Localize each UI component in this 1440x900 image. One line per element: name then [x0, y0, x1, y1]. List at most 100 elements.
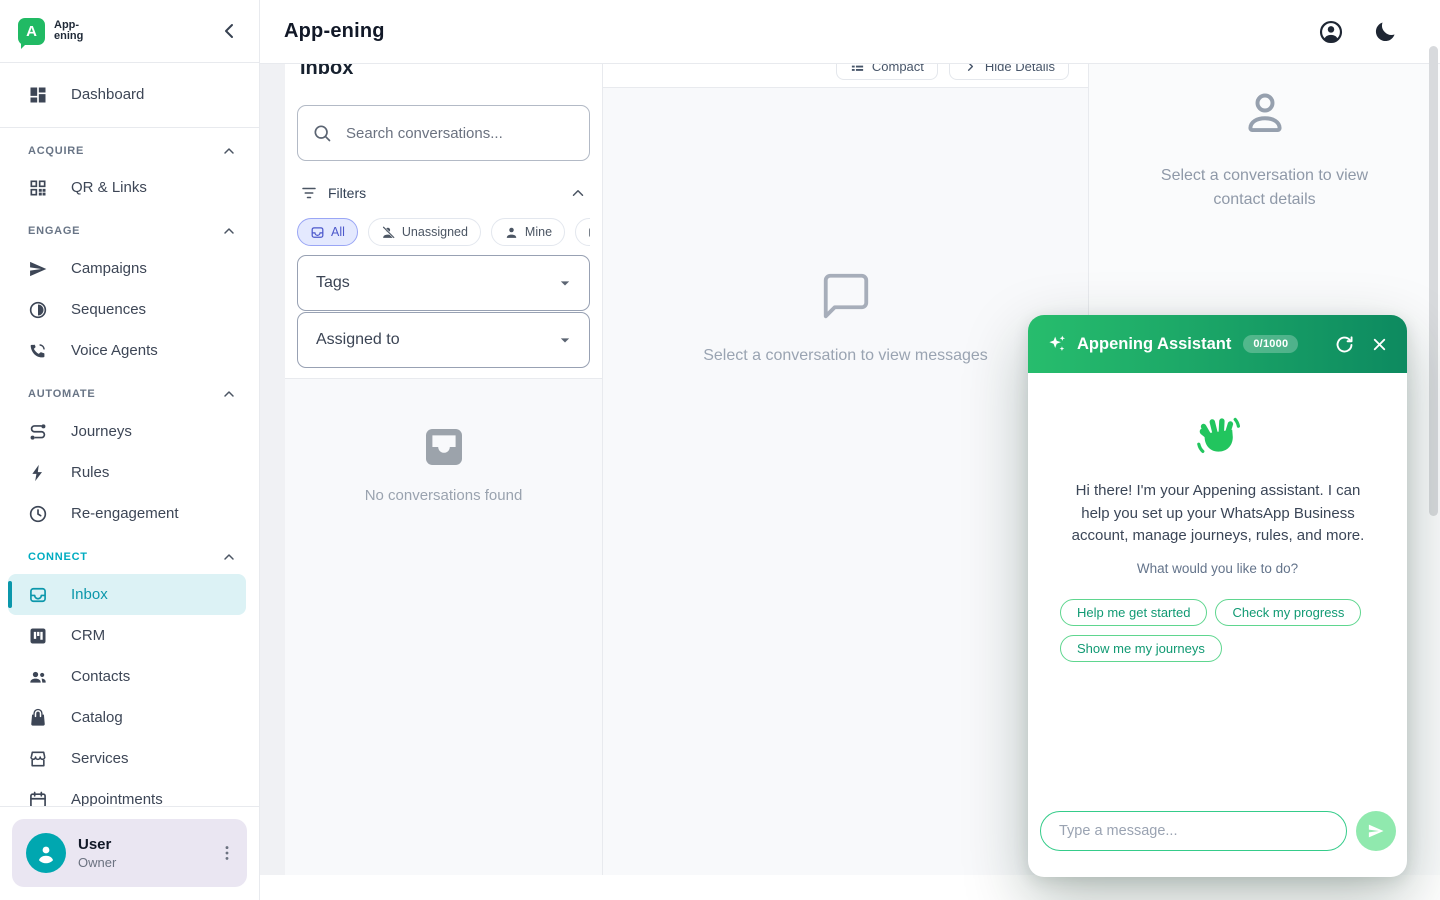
details-empty-line1: Select a conversation to view	[1161, 164, 1368, 188]
section-label: AUTOMATE	[28, 388, 95, 400]
tags-select[interactable]: Tags	[297, 255, 590, 311]
sidebar-item-label: Contacts	[71, 668, 130, 685]
sidebar-item-journeys[interactable]: Journeys	[0, 411, 259, 452]
person-icon	[504, 225, 519, 240]
suggestion-check-progress[interactable]: Check my progress	[1215, 599, 1361, 626]
chat-panel: Compact Hide Details Select a conversati…	[603, 48, 1088, 875]
sidebar-item-label: Inbox	[71, 586, 108, 603]
sidebar-item-dashboard[interactable]: Dashboard	[0, 72, 259, 117]
sidebar-item-contacts[interactable]: Contacts	[0, 656, 259, 697]
close-icon[interactable]	[1370, 335, 1389, 354]
sidebar-item-campaigns[interactable]: Campaigns	[0, 248, 259, 289]
section-automate[interactable]: AUTOMATE	[0, 382, 259, 406]
conversation-filter-chips: All Unassigned Mine Unread	[297, 218, 590, 246]
dashboard-icon	[28, 85, 48, 105]
chip-mine[interactable]: Mine	[491, 218, 565, 246]
inbox-filter-section: Inbox Filters All Unassigned	[285, 48, 602, 379]
section-engage[interactable]: ENGAGE	[0, 219, 259, 243]
sidebar-item-inbox[interactable]: Inbox	[8, 574, 246, 615]
user-role: Owner	[78, 855, 116, 870]
sidebar-item-services[interactable]: Services	[0, 738, 259, 779]
assistant-widget: Appening Assistant 0/1000	[1028, 315, 1407, 877]
kebab-menu-icon[interactable]	[217, 843, 237, 863]
details-empty-text: Select a conversation to view contact de…	[1161, 164, 1368, 212]
person-off-icon	[381, 225, 396, 240]
page-title: App-ening	[284, 20, 385, 43]
user-card[interactable]: User Owner	[12, 819, 247, 887]
sidebar-item-qr-links[interactable]: QR & Links	[0, 167, 259, 208]
assistant-header: Appening Assistant 0/1000	[1028, 315, 1407, 373]
qr-code-icon	[28, 178, 48, 198]
send-icon	[28, 259, 48, 279]
chip-unread[interactable]: Unread	[575, 218, 590, 246]
calendar-icon	[28, 790, 48, 807]
refresh-icon[interactable]	[1335, 335, 1354, 354]
sidebar-item-label: Re-engagement	[71, 505, 179, 522]
sidebar-item-re-engagement[interactable]: Re-engagement	[0, 493, 259, 534]
assistant-prompt: What would you like to do?	[1060, 561, 1375, 576]
sidebar-footer: User Owner	[0, 806, 259, 900]
sidebar-item-rules[interactable]: Rules	[0, 452, 259, 493]
chip-unassigned-label: Unassigned	[402, 225, 468, 239]
chevron-up-icon[interactable]	[569, 184, 587, 202]
sidebar-item-label: Dashboard	[71, 86, 144, 103]
assigned-to-select[interactable]: Assigned to	[297, 312, 590, 368]
chat-empty-text: Select a conversation to view messages	[703, 347, 988, 365]
sidebar-nav: Dashboard ACQUIRE QR & Links ENGAGE	[0, 64, 259, 806]
user-name: User	[78, 836, 116, 853]
account-circle-icon[interactable]	[1318, 19, 1344, 45]
sidebar-item-catalog[interactable]: Catalog	[0, 697, 259, 738]
conversation-list-empty-state: No conversations found	[285, 379, 602, 504]
section-label: CONNECT	[28, 551, 88, 563]
shopping-bag-icon	[28, 708, 48, 728]
tags-select-label: Tags	[316, 274, 350, 292]
clock-icon	[28, 504, 48, 524]
sidebar-item-crm[interactable]: CRM	[0, 615, 259, 656]
filters-header[interactable]: Filters	[297, 181, 590, 205]
inbox-filled-icon	[420, 423, 468, 471]
sidebar-item-label: Journeys	[71, 423, 132, 440]
sidebar-divider	[0, 127, 259, 128]
sidebar-item-appointments[interactable]: Appointments	[0, 779, 259, 806]
filter-lines-icon	[300, 184, 318, 202]
sidebar-collapse-icon[interactable]	[217, 19, 241, 43]
brand-name: App- ening	[54, 20, 83, 42]
app-window: Inbox Filters All Unassigned	[0, 0, 1440, 900]
send-plane-icon	[1367, 822, 1385, 840]
header-actions	[1318, 19, 1398, 45]
suggestion-help-get-started[interactable]: Help me get started	[1060, 599, 1207, 626]
chevron-up-icon	[221, 386, 237, 402]
suggestion-show-journeys[interactable]: Show me my journeys	[1060, 635, 1222, 662]
assistant-body: Hi there! I'm your Appening assistant. I…	[1028, 373, 1407, 799]
sidebar-item-label: Sequences	[71, 301, 146, 318]
chevron-up-icon	[221, 143, 237, 159]
search-conversations-box[interactable]	[297, 105, 590, 161]
sidebar-item-sequences[interactable]: Sequences	[0, 289, 259, 330]
assistant-message-input[interactable]	[1040, 811, 1347, 851]
sidebar-item-voice-agents[interactable]: Voice Agents	[0, 330, 259, 371]
search-conversations-input[interactable]	[346, 125, 575, 142]
storefront-icon	[28, 749, 48, 769]
user-avatar	[26, 833, 66, 873]
sidebar-item-label: Campaigns	[71, 260, 147, 277]
brand-logo-letter: A	[26, 23, 37, 40]
vertical-scrollbar[interactable]	[1429, 46, 1438, 516]
chip-all[interactable]: All	[297, 218, 358, 246]
sidebar-item-label: QR & Links	[71, 179, 147, 196]
wave-hand-wrap	[1060, 413, 1375, 461]
sidebar-item-label: Services	[71, 750, 129, 767]
details-empty-line2: contact details	[1161, 188, 1368, 212]
chip-unassigned[interactable]: Unassigned	[368, 218, 481, 246]
usage-badge: 0/1000	[1243, 335, 1298, 353]
chevron-up-icon	[221, 549, 237, 565]
send-message-button[interactable]	[1356, 811, 1396, 851]
section-acquire[interactable]: ACQUIRE	[0, 139, 259, 163]
sidebar-brand: A App- ening	[0, 0, 259, 63]
chip-all-label: All	[331, 225, 345, 239]
section-connect[interactable]: CONNECT	[0, 545, 259, 569]
sidebar-item-label: Voice Agents	[71, 342, 158, 359]
dark-mode-moon-icon[interactable]	[1372, 19, 1398, 45]
phone-talk-icon	[28, 341, 48, 361]
chevron-up-icon	[221, 223, 237, 239]
assistant-title: Appening Assistant	[1077, 335, 1231, 354]
